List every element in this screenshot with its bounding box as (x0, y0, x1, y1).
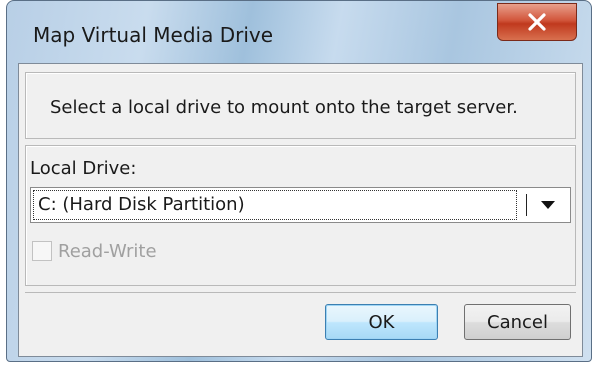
read-write-checkbox[interactable] (32, 241, 52, 261)
button-bar: OK Cancel (25, 292, 576, 352)
local-drive-label: Local Drive: (30, 158, 137, 179)
close-button[interactable] (497, 3, 577, 41)
dialog-window: Map Virtual Media Drive Select a local d… (6, 0, 592, 362)
instruction-panel: Select a local drive to mount onto the t… (25, 72, 576, 139)
dropdown-button[interactable] (526, 188, 570, 222)
title-bar[interactable]: Map Virtual Media Drive (7, 1, 591, 65)
instruction-text: Select a local drive to mount onto the t… (50, 97, 518, 118)
local-drive-panel: Local Drive: C: (Hard Disk Partition) Re… (25, 145, 576, 286)
window-title: Map Virtual Media Drive (33, 23, 274, 47)
cancel-button[interactable]: Cancel (464, 304, 571, 340)
chevron-down-icon (541, 201, 555, 209)
ok-button[interactable]: OK (325, 304, 438, 340)
dialog-client-area: Select a local drive to mount onto the t… (18, 63, 583, 357)
read-write-label: Read-Write (58, 240, 157, 262)
close-x-icon (528, 13, 546, 31)
local-drive-selected-value: C: (Hard Disk Partition) (33, 190, 517, 220)
read-write-option[interactable]: Read-Write (32, 238, 157, 264)
local-drive-select[interactable]: C: (Hard Disk Partition) (30, 187, 571, 223)
